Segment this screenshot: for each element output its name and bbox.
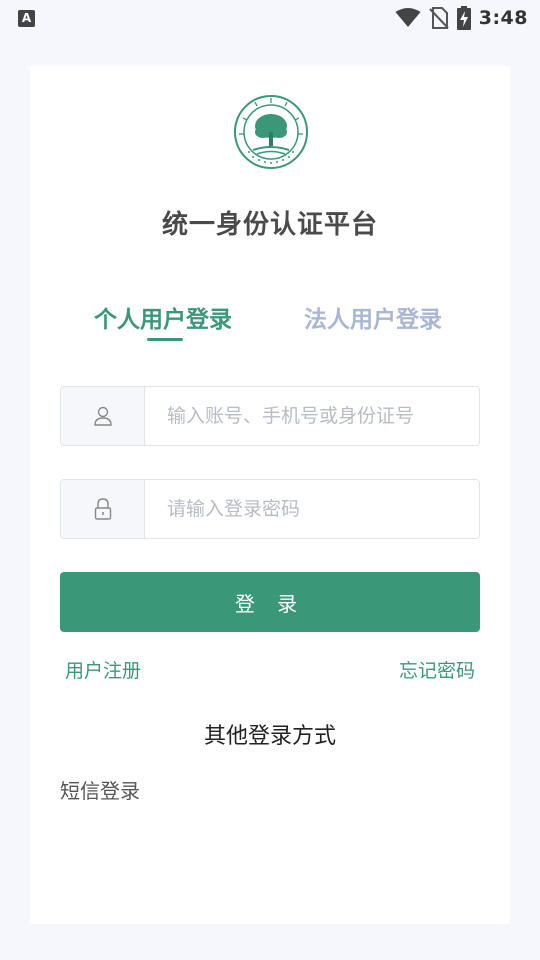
tab-personal-login[interactable]: 个人用户登录: [94, 300, 232, 334]
sms-login-link[interactable]: 短信登录: [60, 775, 140, 804]
other-login-methods-title: 其他登录方式: [203, 724, 336, 749]
status-bar: A 3:48: [0, 0, 540, 36]
logo-icon: [233, 94, 309, 170]
login-button[interactable]: 登 录: [60, 572, 480, 632]
app-notification-icon: A: [18, 9, 35, 27]
wifi-icon: [395, 8, 421, 28]
forgot-password-link[interactable]: 忘记密码: [399, 656, 475, 683]
register-link[interactable]: 用户注册: [65, 656, 141, 683]
lock-icon: [61, 480, 145, 538]
active-tab-indicator: [147, 338, 183, 341]
login-card: 统一身份认证平台 个人用户登录 法人用户登录 登 录 用户注册 忘记密码 其他登…: [30, 66, 510, 924]
account-input[interactable]: [145, 387, 479, 445]
battery-charging-icon: [456, 6, 471, 30]
password-input[interactable]: [145, 480, 479, 538]
login-tabs: 个人用户登录 法人用户登录: [30, 300, 510, 344]
page-title: 统一身份认证平台: [161, 210, 378, 240]
user-icon: [61, 387, 145, 445]
tab-legal-person-login[interactable]: 法人用户登录: [304, 300, 442, 334]
no-sim-icon: [429, 7, 449, 29]
status-left: A: [18, 9, 35, 27]
clock: 3:48: [478, 7, 528, 29]
password-field: [60, 479, 480, 539]
account-field: [60, 386, 480, 446]
status-right: 3:48: [395, 6, 528, 30]
